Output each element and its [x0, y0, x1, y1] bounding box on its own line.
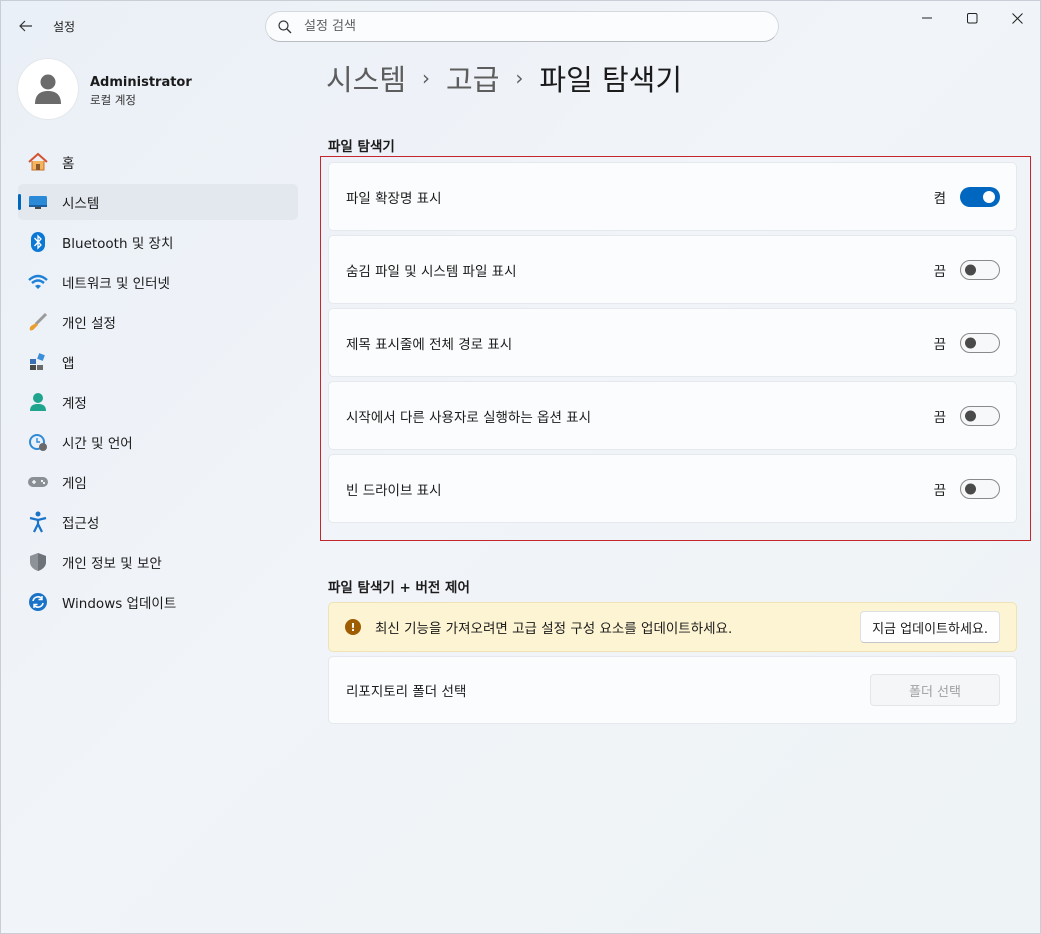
sidebar-item-accessibility[interactable]: 접근성 [18, 504, 298, 540]
close-button[interactable] [994, 1, 1040, 35]
sidebar-item-time-language[interactable]: 시간 및 언어 [18, 424, 298, 460]
windows-update-icon [26, 590, 50, 614]
sidebar-item-bluetooth[interactable]: Bluetooth 및 장치 [18, 224, 298, 260]
toggle-switch[interactable] [960, 478, 1000, 499]
setting-label: 제목 표시줄에 전체 경로 표시 [346, 336, 513, 353]
setting-label: 리포지토리 폴더 선택 [346, 684, 467, 700]
sidebar-item-label: 네트워크 및 인터넷 [62, 276, 170, 292]
back-button[interactable] [11, 11, 41, 41]
setting-show-empty-drives: 빈 드라이브 표시 끔 [328, 454, 1017, 523]
close-icon [1011, 12, 1023, 24]
setting-show-hidden-files: 숨김 파일 및 시스템 파일 표시 끔 [328, 235, 1017, 304]
account-icon [26, 390, 50, 414]
toggle-state-text: 켬 [933, 190, 946, 207]
toggle-state-text: 끔 [933, 336, 946, 353]
minimize-button[interactable] [904, 1, 950, 35]
sidebar-item-label: 계정 [62, 396, 87, 412]
maximize-icon [966, 12, 977, 23]
search-box[interactable] [265, 11, 779, 42]
apps-icon [26, 350, 50, 374]
warning-text: 최신 기능을 가져오려면 고급 설정 구성 요소를 업데이트하세요. [375, 621, 733, 637]
toggle-switch[interactable] [960, 405, 1000, 426]
sidebar-item-label: 시스템 [62, 196, 100, 212]
home-icon [26, 150, 50, 174]
page-title: 파일 탐색기 [539, 63, 683, 97]
accessibility-icon [26, 510, 50, 534]
search-input[interactable] [304, 19, 778, 34]
paintbrush-icon [26, 310, 50, 334]
select-folder-button[interactable]: 폴더 선택 [870, 674, 1000, 706]
gamepad-icon [26, 470, 50, 494]
sidebar-item-label: 앱 [62, 356, 75, 372]
sidebar-item-label: Bluetooth 및 장치 [62, 236, 174, 252]
chevron-right-icon: › [515, 66, 524, 90]
breadcrumb-system[interactable]: 시스템 [326, 57, 406, 99]
setting-label: 숨김 파일 및 시스템 파일 표시 [346, 263, 517, 280]
update-warning-bar: ! 최신 기능을 가져오려면 고급 설정 구성 요소를 업데이트하세요. 지금 … [328, 602, 1017, 652]
sidebar-item-network[interactable]: 네트워크 및 인터넷 [18, 264, 298, 300]
sidebar-nav: 홈 시스템 Bluetooth 및 장치 네트워크 및 인터넷 개인 설정 앱 … [18, 144, 298, 624]
sidebar-item-personalization[interactable]: 개인 설정 [18, 304, 298, 340]
avatar[interactable] [18, 59, 78, 119]
sidebar-item-accounts[interactable]: 계정 [18, 384, 298, 420]
time-language-icon [26, 430, 50, 454]
sidebar-item-label: 접근성 [62, 516, 100, 532]
search-icon [278, 19, 292, 33]
maximize-button[interactable] [949, 1, 995, 35]
breadcrumb-advanced[interactable]: 고급 [446, 57, 499, 99]
warning-icon: ! [345, 619, 361, 635]
sidebar-item-label: 홈 [62, 156, 75, 172]
sidebar-item-label: 개인 설정 [62, 316, 116, 332]
minimize-icon [922, 17, 932, 19]
bluetooth-icon [26, 230, 50, 254]
sidebar-item-privacy[interactable]: 개인 정보 및 보안 [18, 544, 298, 580]
sidebar-item-gaming[interactable]: 게임 [18, 464, 298, 500]
settings-window: 설정 Administrator 로컬 계정 홈 [0, 0, 1041, 934]
sidebar-item-label: 게임 [62, 476, 87, 492]
toggle-switch[interactable] [960, 186, 1000, 207]
sidebar-item-windows-update[interactable]: Windows 업데이트 [18, 584, 298, 620]
wifi-icon [26, 270, 50, 294]
setting-show-file-extensions: 파일 확장명 표시 켬 [328, 162, 1017, 231]
section-heading-version-control: 파일 탐색기 + 버전 제어 [328, 580, 470, 596]
update-now-button[interactable]: 지금 업데이트하세요. [860, 611, 1000, 643]
toggle-state-text: 끔 [933, 409, 946, 426]
toggle-state-text: 끔 [933, 482, 946, 499]
sidebar-item-system[interactable]: 시스템 [18, 184, 298, 220]
sidebar-item-label: 개인 정보 및 보안 [62, 556, 162, 572]
back-arrow-icon [19, 20, 32, 32]
breadcrumb: 시스템 › 고급 › 파일 탐색기 [326, 57, 682, 99]
sidebar-item-label: 시간 및 언어 [62, 436, 133, 452]
sidebar-item-home[interactable]: 홈 [18, 144, 298, 180]
toggle-switch[interactable] [960, 332, 1000, 353]
account-type: 로컬 계정 [90, 93, 136, 107]
sidebar-item-apps[interactable]: 앱 [18, 344, 298, 380]
setting-repository-folder: 리포지토리 폴더 선택 폴더 선택 [328, 656, 1017, 724]
setting-label: 빈 드라이브 표시 [346, 482, 442, 499]
user-silhouette-icon [35, 74, 61, 104]
toggle-state-text: 끔 [933, 263, 946, 280]
chevron-right-icon: › [422, 66, 431, 90]
shield-icon [26, 550, 50, 574]
app-title: 설정 [53, 20, 76, 34]
setting-run-as-different-user: 시작에서 다른 사용자로 실행하는 옵션 표시 끔 [328, 381, 1017, 450]
system-icon [26, 190, 50, 214]
sidebar-item-label: Windows 업데이트 [62, 596, 177, 612]
toggle-switch[interactable] [960, 259, 1000, 280]
setting-label: 시작에서 다른 사용자로 실행하는 옵션 표시 [346, 409, 592, 426]
setting-label: 파일 확장명 표시 [346, 190, 442, 207]
setting-show-full-path: 제목 표시줄에 전체 경로 표시 끔 [328, 308, 1017, 377]
section-heading-file-explorer: 파일 탐색기 [328, 139, 395, 155]
user-name: Administrator [90, 75, 192, 90]
